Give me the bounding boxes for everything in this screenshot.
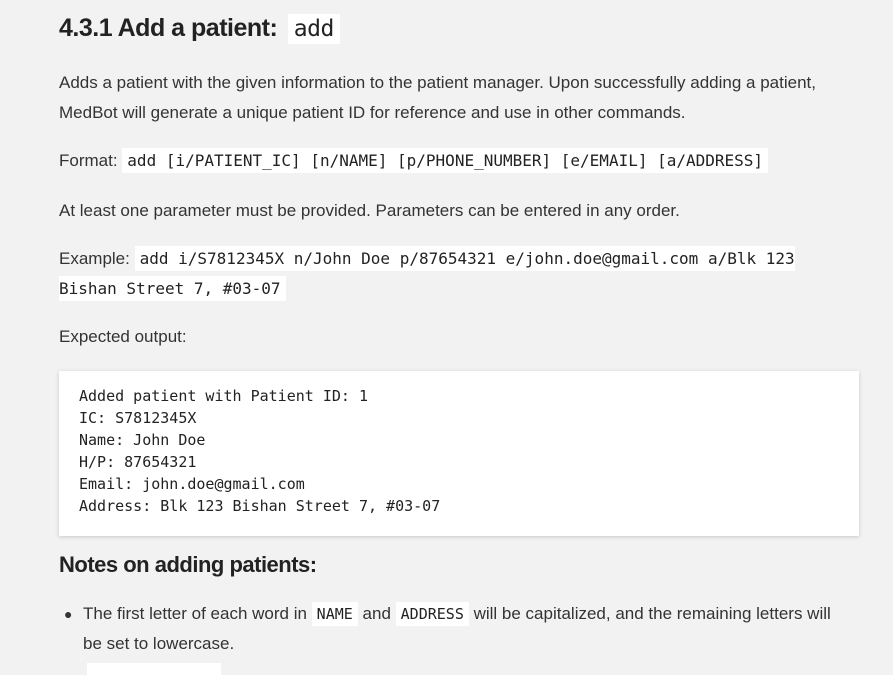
format-code: add [i/PATIENT_IC] [n/NAME] [p/PHONE_NUM…: [122, 148, 769, 173]
notes-heading: Notes on adding patients:: [59, 552, 317, 577]
expected-output-block: Added patient with Patient ID: 1 IC: S78…: [59, 371, 859, 536]
notes-list: ● The first letter of each word in NAME …: [59, 599, 849, 659]
notes-list-item: ● The first letter of each word in NAME …: [59, 599, 849, 659]
expected-output-label: Expected output:: [59, 327, 187, 346]
heading-command-code: add: [287, 14, 340, 44]
example-paragraph: Example: add i/S7812345X n/John Doe p/87…: [59, 244, 839, 304]
note-text: and: [362, 604, 391, 623]
expected-output-code: Added patient with Patient ID: 1 IC: S78…: [75, 383, 843, 523]
bullet-icon: ●: [64, 606, 73, 622]
example-code: add i/S7812345X n/John Doe p/87654321 e/…: [59, 246, 795, 301]
example-label: Example:: [59, 249, 130, 268]
section-heading-text: 4.3.1 Add a patient:: [59, 14, 278, 42]
format-paragraph: Format: add [i/PATIENT_IC] [n/NAME] [p/P…: [59, 146, 769, 176]
section-heading: 4.3.1 Add a patient: add: [59, 14, 340, 44]
next-list-item-partial: [83, 663, 873, 675]
partial-code-chip: [87, 663, 221, 675]
note-code-address: ADDRESS: [395, 602, 469, 626]
format-label: Format:: [59, 151, 118, 170]
note-code-name: NAME: [311, 602, 358, 626]
description-paragraph: Adds a patient with the given informatio…: [59, 73, 816, 122]
note-text: The first letter of each word in: [83, 604, 307, 623]
parameter-note: At least one parameter must be provided.…: [59, 201, 680, 220]
